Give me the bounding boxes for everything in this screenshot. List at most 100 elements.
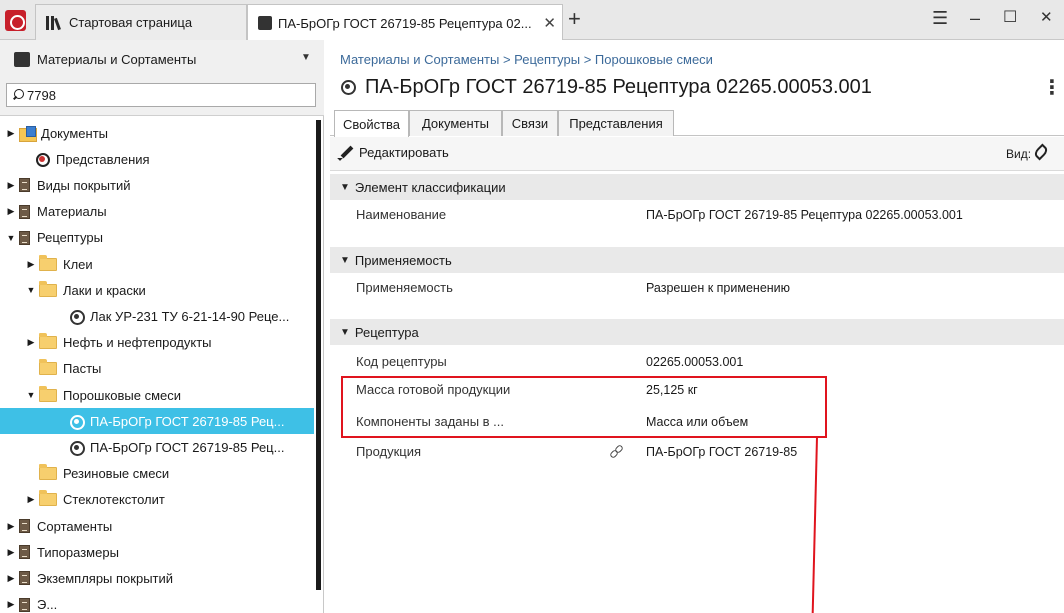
tree-item-label: Клеи	[63, 256, 93, 272]
chevron-down-icon[interactable]: ▼	[340, 182, 350, 193]
section-header[interactable]: ▼ Применяемость	[330, 247, 1064, 273]
expand-arrow-icon[interactable]: ▶	[6, 521, 16, 532]
catalog-selector[interactable]: Материалы и Сортаменты	[14, 52, 196, 67]
tab-recipe-document[interactable]: ПА-БрОГр ГОСТ 26719-85 Рецептура 02... ✕	[247, 4, 563, 41]
property-label: Продукция	[356, 444, 422, 459]
book-icon	[19, 204, 30, 219]
property-value: 02265.00053.001	[646, 355, 744, 369]
subtab[interactable]: Документы	[409, 110, 502, 136]
tree-item[interactable]: ▼ Лаки и краски	[0, 277, 314, 303]
chevron-down-icon[interactable]: ▼	[340, 255, 350, 266]
tree-item-label: Резиновые смеси	[63, 466, 170, 482]
link-icon[interactable]	[610, 445, 622, 457]
property-label: Наименование	[356, 207, 447, 222]
tree-item-label: Представления	[56, 151, 150, 167]
expand-arrow-icon[interactable]: ▶	[26, 337, 36, 348]
close-window-button[interactable]: ✕	[1040, 8, 1053, 28]
tree-item[interactable]: ▶ Клеи	[0, 251, 314, 277]
tree-item-label: Материалы	[37, 204, 107, 220]
edit-button[interactable]: Редактировать	[338, 144, 449, 160]
tree-item-label: Типоразмеры	[37, 544, 119, 560]
section-title: Элемент классификации	[354, 179, 506, 195]
tree-item[interactable]: ▶ Экземпляры покрытий	[0, 565, 314, 591]
property-label: Компоненты заданы в ...	[356, 414, 505, 429]
expand-arrow-icon[interactable]: ▶	[6, 180, 16, 191]
minimize-button[interactable]: –	[970, 8, 980, 28]
section-header[interactable]: ▼ Рецептура	[330, 319, 1064, 345]
tree-item[interactable]: Пасты	[0, 356, 314, 382]
tab-label: ПА-БрОГр ГОСТ 26719-85 Рецептура 02...	[278, 15, 532, 31]
new-tab-button[interactable]: +	[568, 8, 581, 30]
tab-start-page[interactable]: Стартовая страница	[35, 4, 247, 40]
collapse-arrow-icon[interactable]: ▼	[26, 285, 36, 295]
folder-icon	[39, 254, 57, 271]
folder-icon	[39, 359, 57, 376]
tree-item[interactable]: ▶ Типоразмеры	[0, 539, 314, 565]
tree-item-label: Лак УР-231 ТУ 6-21-14-90 Реце...	[90, 308, 290, 324]
search-input[interactable]	[27, 87, 307, 103]
menu-icon[interactable]: ☰	[932, 8, 948, 28]
tree-item[interactable]: ▶ Стеклотекстолит	[0, 487, 314, 513]
property-value: 25,125 кг	[646, 383, 698, 397]
expand-arrow-icon[interactable]: ▶	[6, 206, 16, 217]
property-value: ПА-БрОГр ГОСТ 26719-85	[646, 445, 798, 459]
subtab-bar: Свойства Документы Связи Представления	[330, 108, 1064, 137]
search-box[interactable]	[6, 83, 316, 107]
tree-item[interactable]: ▶ Нефть и нефтепродукты	[0, 330, 314, 356]
page-title-text: ПА-БрОГр ГОСТ 26719-85 Рецептура 02265.0…	[365, 76, 872, 98]
expand-arrow-icon[interactable]: ▶	[6, 599, 16, 610]
chevron-down-icon[interactable]: ▼	[340, 327, 350, 338]
expand-arrow-icon[interactable]: ▶	[6, 573, 16, 584]
recipe-icon	[69, 414, 85, 430]
property-label: Применяемость	[356, 280, 453, 295]
tree-item[interactable]: ▶ Сортаменты	[0, 513, 314, 539]
property-row: Компоненты заданы в ... Масса или объем	[330, 409, 1064, 435]
expand-arrow-icon[interactable]: ▶	[26, 494, 36, 505]
tree-item[interactable]: ▶ Материалы	[0, 199, 314, 225]
expand-arrow-icon[interactable]: ▶	[6, 547, 16, 558]
tree-scrollbar[interactable]	[316, 120, 321, 590]
view-label: Вид:	[1006, 147, 1032, 161]
tree-item[interactable]: ПА-БрОГр ГОСТ 26719-85 Рец...	[0, 408, 314, 435]
tree-item[interactable]: ПА-БрОГр ГОСТ 26719-85 Рец...	[0, 434, 314, 460]
section-header[interactable]: ▼ Элемент классификации	[330, 174, 1064, 200]
toolbar: Редактировать Вид:	[330, 137, 1064, 171]
chevron-down-icon[interactable]: ▼	[301, 52, 311, 63]
tree-item[interactable]: Лак УР-231 ТУ 6-21-14-90 Реце...	[0, 303, 314, 329]
property-value: Разрешен к применению	[646, 281, 791, 295]
subtab[interactable]: Связи	[502, 110, 558, 136]
eye-hidden-icon[interactable]	[1032, 143, 1050, 161]
book-icon	[19, 545, 30, 560]
navigation-panel: Материалы и Сортаменты ▼ ▶ Документы Предс…	[0, 40, 324, 613]
tree-item[interactable]: Представления	[0, 146, 314, 172]
subtab[interactable]: Свойства	[334, 110, 409, 137]
tree-item[interactable]: ▼ Порошковые смеси	[0, 382, 314, 408]
tree-item-label: Э...	[37, 597, 58, 613]
tab-close-icon[interactable]: ✕	[543, 14, 556, 32]
book-icon	[19, 519, 30, 533]
recipe-icon	[69, 440, 85, 456]
object-view: Материалы и Сортаменты > Рецептуры > Пор…	[330, 40, 1064, 613]
app-logo-icon[interactable]	[5, 10, 26, 31]
maximize-button[interactable]: ☐	[1003, 8, 1017, 28]
more-options-icon[interactable]: ⋮	[1042, 78, 1062, 98]
edit-label: Редактировать	[359, 144, 449, 160]
property-row: Код рецептуры 02265.00053.001	[330, 349, 1064, 375]
section-title: Рецептура	[354, 324, 419, 340]
property-value: ПА-БрОГр ГОСТ 26719-85 Рецептура 02265.0…	[646, 208, 963, 222]
expand-arrow-icon[interactable]: ▶	[26, 259, 36, 270]
page-title: ПА-БрОГр ГОСТ 26719-85 Рецептура 02265.0…	[340, 76, 872, 99]
tree-item[interactable]: ▼ Рецептуры	[0, 225, 314, 251]
collapse-arrow-icon[interactable]: ▼	[26, 390, 36, 400]
breadcrumb[interactable]: Материалы и Сортаменты > Рецептуры > Пор…	[340, 52, 713, 67]
search-icon	[12, 89, 24, 101]
collapse-arrow-icon[interactable]: ▼	[6, 233, 16, 243]
tree-item[interactable]: ▶ Виды покрытий	[0, 172, 314, 198]
catalog-title: Материалы и Сортаменты	[37, 52, 197, 67]
tree-item[interactable]: Резиновые смеси	[0, 461, 314, 487]
subtab[interactable]: Представления	[558, 110, 674, 136]
tree-item[interactable]: ▶ Документы	[0, 120, 314, 146]
tree-item[interactable]: ▶ Э...	[0, 592, 314, 613]
books-icon	[46, 15, 63, 30]
expand-arrow-icon[interactable]: ▶	[6, 128, 16, 139]
